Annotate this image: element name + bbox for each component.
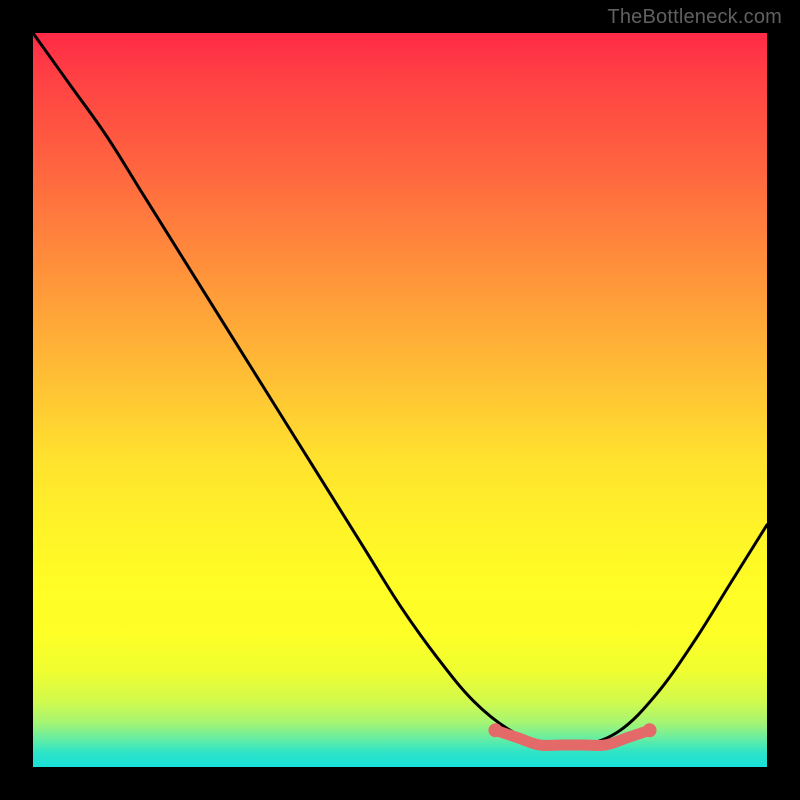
bottleneck-highlight [495,730,649,745]
chart-svg [33,33,767,767]
chart-container: TheBottleneck.com [0,0,800,800]
watermark-text: TheBottleneck.com [607,6,782,29]
bottleneck-curve [33,33,767,747]
